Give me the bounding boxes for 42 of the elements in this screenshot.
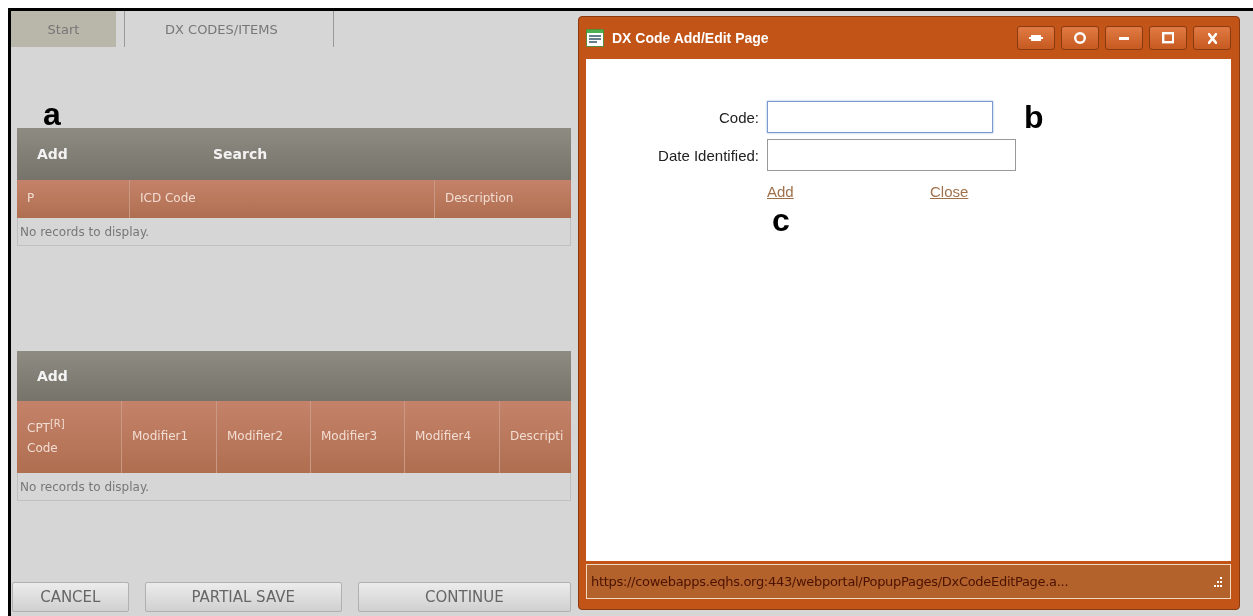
action-button[interactable]: CANCEL [12,582,129,612]
toolbar-link[interactable]: Add [17,146,193,162]
link[interactable]: Add [767,183,930,200]
field-label: Date Identified: [658,146,759,164]
action-button[interactable]: CONTINUE [357,582,571,612]
close-icon [1207,32,1217,44]
document-icon [586,29,604,47]
column-header[interactable]: ICD Code [130,180,435,218]
column-header[interactable]: Descripti [500,401,571,473]
window-button[interactable] [1105,26,1143,50]
column-header[interactable]: Description [435,180,571,218]
minimize-icon [1119,36,1129,40]
field-label: Code: [718,108,759,126]
tab[interactable]: DX CODES/ITEMS [124,11,334,47]
refresh-icon [1074,32,1086,44]
window-button[interactable] [1017,26,1055,50]
tab[interactable]: Start [11,11,116,47]
maximize-icon [1161,32,1175,44]
resize-grip-icon[interactable] [1212,576,1222,587]
column-header[interactable]: CPT$^{[R]}$ Code [17,401,122,473]
empty-message: No records to display. [17,473,571,501]
column-header[interactable]: Modifier4 [405,401,500,473]
column-header[interactable]: Modifier1 [122,401,217,473]
annotation-letter: c [772,204,790,236]
column-header[interactable]: Modifier3 [311,401,405,473]
window-button[interactable] [1193,26,1231,50]
pin-icon [1029,35,1043,41]
status-url: https://cowebapps.eqhs.org:443/webportal/PopupPages/DxCodeEditPage.a... [591,574,1069,589]
column-header[interactable]: Modifier2 [217,401,311,473]
input-field[interactable] [767,139,1016,171]
input-field[interactable] [767,101,993,133]
dialog-title: DX Code Add/Edit Page [612,30,770,46]
column-header[interactable]: P [17,180,130,218]
link[interactable]: Close [930,183,1093,200]
window-button[interactable] [1061,26,1099,50]
annotation-letter: b [1024,101,1044,133]
annotation-letter: a [43,98,62,128]
toolbar-link[interactable]: Search [193,146,369,162]
action-button[interactable]: PARTIAL SAVE [144,582,342,612]
empty-message: No records to display. [17,218,571,246]
window-button[interactable] [1149,26,1187,50]
toolbar-link[interactable]: Add [17,368,193,384]
